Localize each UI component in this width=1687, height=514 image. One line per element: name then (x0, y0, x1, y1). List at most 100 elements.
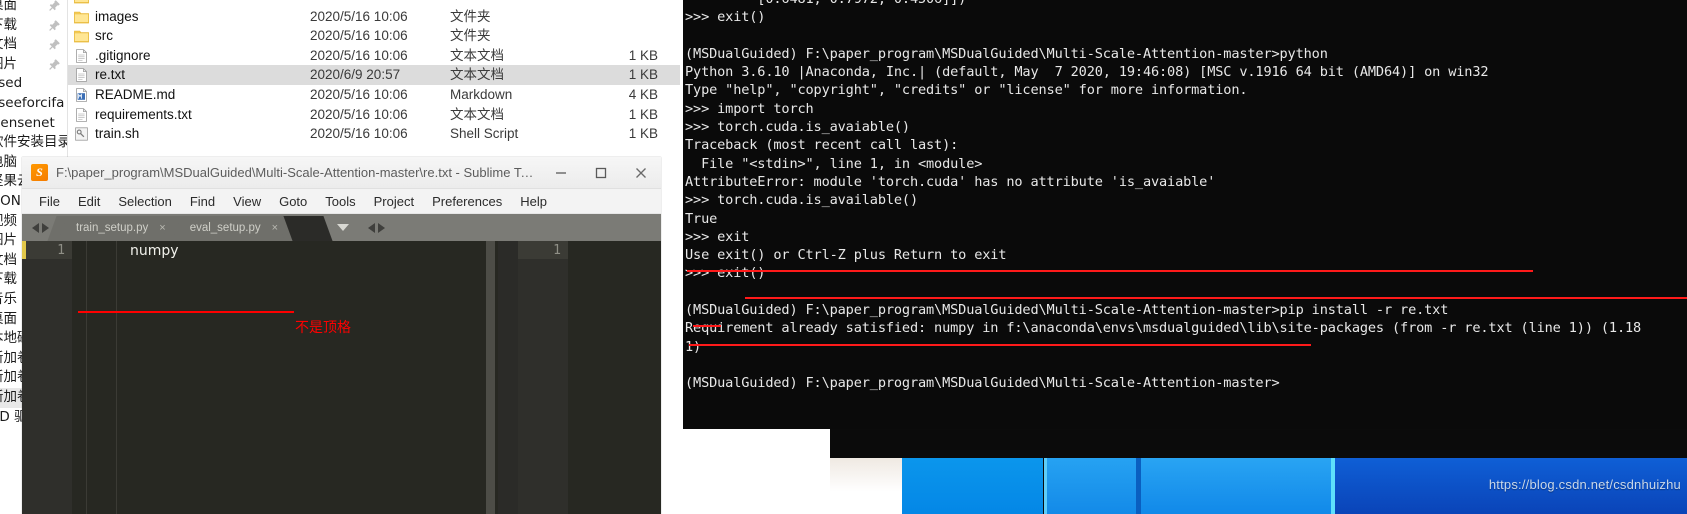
sublime-tab-strip[interactable]: train_setup.py × eval_setup.py × (22, 214, 661, 241)
nav-item-6[interactable]: Densenet (0, 114, 67, 134)
table-row[interactable]: train.sh 2020/5/16 10:06 Shell Script 1 KB (68, 124, 680, 144)
nav-item-1[interactable]: 下载 (0, 16, 67, 36)
chevron-down-icon[interactable] (337, 224, 350, 231)
annotation-underline-requirement (745, 297, 1687, 299)
table-row[interactable] (68, 0, 680, 7)
menu-find[interactable]: Find (181, 189, 224, 214)
sublime-editor-body[interactable]: 1 numpy 不是顶格 1 (22, 241, 661, 514)
nav-item-label: 文档 (0, 251, 17, 268)
maximize-button[interactable] (581, 157, 621, 189)
file-name: requirements.txt (95, 106, 192, 122)
pin-icon[interactable] (48, 58, 61, 71)
editor-pane-left[interactable]: 1 numpy 不是顶格 (22, 241, 498, 514)
tab-overflow-menu-button[interactable] (328, 214, 358, 241)
file-name: .gitignore (95, 47, 151, 63)
close-button[interactable] (621, 157, 661, 189)
file-type: 文本文档 (450, 47, 504, 63)
wallpaper-light-edge (830, 458, 902, 514)
markdown-file-icon (74, 88, 89, 102)
line-number-gutter-left: 1 (22, 241, 72, 514)
menu-help[interactable]: Help (511, 189, 556, 214)
table-row[interactable]: images 2020/5/16 10:06 文件夹 (68, 7, 680, 27)
menu-edit[interactable]: Edit (69, 189, 109, 214)
chevron-right-icon-2[interactable] (377, 222, 385, 233)
nav-item-label: 图片 (0, 55, 17, 72)
tab-scroll-arrows-right[interactable] (358, 214, 394, 241)
annotation-underline-short (693, 325, 721, 327)
menu-file[interactable]: File (30, 189, 69, 214)
nav-item-4[interactable]: ased (0, 74, 67, 94)
editor-pane-splitter[interactable] (505, 241, 510, 514)
editor-code-left[interactable]: numpy (130, 243, 179, 259)
menu-tools[interactable]: Tools (316, 189, 364, 214)
menu-selection[interactable]: Selection (109, 189, 180, 214)
editor-scrollbar-left[interactable] (486, 241, 495, 514)
close-tab-icon[interactable]: × (272, 216, 278, 241)
file-name: src (95, 28, 113, 44)
minimize-button[interactable] (541, 157, 581, 189)
nav-item-7[interactable]: 软件安装目录 (0, 133, 67, 153)
file-size: 1 KB (628, 106, 658, 122)
menu-project[interactable]: Project (365, 189, 423, 214)
nav-item-label: aseeforcifa (0, 95, 65, 111)
nav-item-label: 音乐 (0, 291, 17, 307)
editor-pane-right[interactable]: 1 (518, 241, 661, 514)
sublime-window-title: F:\paper_program\MSDualGuided\Multi-Scal… (56, 165, 536, 180)
nav-item-5[interactable]: aseeforcifa (0, 94, 67, 114)
pin-icon[interactable] (48, 0, 61, 12)
nav-item-3[interactable]: 图片 (0, 55, 67, 75)
chevron-left-icon[interactable] (31, 222, 39, 233)
menu-preferences[interactable]: Preferences (423, 189, 511, 214)
editor-tab-label: eval_setup.py (189, 222, 261, 234)
pin-icon[interactable] (48, 19, 61, 32)
folder-icon (74, 0, 89, 4)
text-file-icon (74, 68, 89, 83)
nav-item-label: 桌面 (0, 0, 17, 13)
pin-icon[interactable] (48, 38, 61, 51)
file-date: 2020/5/16 10:06 (310, 28, 408, 44)
nav-item-2[interactable]: 文档 (0, 35, 67, 55)
nav-item-label: Densenet (0, 114, 55, 131)
desktop: https://blog.csdn.net/csdnhuizhu 桌面下载文档图… (0, 0, 1687, 514)
file-size: 1 KB (628, 47, 658, 63)
file-size: 4 KB (628, 87, 658, 102)
editor-tab-1[interactable]: eval_setup.py × (171, 216, 286, 241)
annotation-underline-prompt (689, 344, 1311, 346)
wallpaper-strip: https://blog.csdn.net/csdnhuizhu (830, 427, 1687, 514)
folder-icon (74, 10, 89, 24)
sublime-menu-bar[interactable]: File Edit Selection Find View Goto Tools Projec… (22, 189, 661, 214)
file-date: 2020/5/16 10:06 (310, 47, 408, 63)
indent-guide-2 (116, 241, 117, 514)
file-size: 1 KB (628, 126, 658, 142)
line-number-gutter-right: 1 (518, 241, 568, 514)
command-prompt-window[interactable]: [0.6481, 0.7972, 0.4506]]) >>> exit() (M… (683, 0, 1687, 429)
line-number-1-right: 1 (553, 243, 561, 258)
wallpaper-panel-3 (1047, 458, 1136, 514)
annotation-underline-pip-command (687, 270, 1533, 272)
menu-goto[interactable]: Goto (270, 189, 316, 214)
table-row[interactable]: src 2020/5/16 10:06 文件夹 (68, 26, 680, 46)
menu-view[interactable]: View (224, 189, 270, 214)
annotation-label-not-top-aligned: 不是顶格 (295, 320, 351, 336)
sublime-text-window[interactable]: S F:\paper_program\MSDualGuided\Multi-Sc… (22, 157, 661, 514)
text-file-icon (74, 48, 89, 63)
chevron-left-icon-2[interactable] (367, 222, 375, 233)
file-name: re.txt (95, 67, 126, 83)
file-type: 文件夹 (450, 8, 491, 24)
nav-item-0[interactable]: 桌面 (0, 0, 67, 16)
text-file-icon (74, 107, 89, 122)
line-number-1-left: 1 (57, 243, 65, 258)
table-row[interactable]: .gitignore 2020/5/16 10:06 文本文档 1 KB (68, 46, 680, 66)
nav-item-label: 文档 (0, 36, 17, 53)
table-row[interactable]: requirements.txt 2020/5/16 10:06 文本文档 1 KB (68, 105, 680, 125)
folder-icon (74, 29, 89, 43)
table-row[interactable]: README.md 2020/5/16 10:06 Markdown 4 KB (68, 85, 680, 105)
table-row[interactable]: re.txt 2020/6/9 20:57 文本文档 1 KB (68, 65, 680, 85)
editor-tab-0[interactable]: train_setup.py × (58, 216, 173, 241)
file-name: images (95, 8, 139, 24)
file-size: 1 KB (628, 67, 658, 83)
sublime-title-bar[interactable]: S F:\paper_program\MSDualGuided\Multi-Sc… (22, 157, 661, 189)
file-date: 2020/6/9 20:57 (310, 67, 401, 83)
tab-strip-end (283, 216, 333, 241)
chevron-right-icon[interactable] (41, 222, 49, 233)
